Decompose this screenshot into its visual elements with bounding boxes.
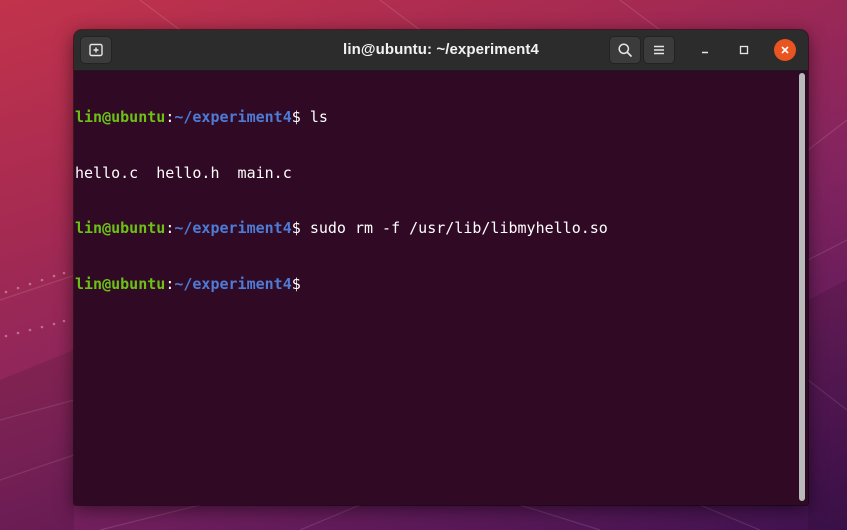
terminal-output[interactable]: lin@ubuntu:~/experiment4$ ls hello.c hel…: [75, 71, 797, 505]
prompt-symbol: $: [291, 274, 310, 293]
scrollbar-thumb[interactable]: [799, 73, 805, 501]
maximize-icon: [739, 45, 749, 55]
terminal-line: lin@ubuntu:~/experiment4$ ls: [75, 108, 797, 127]
minimize-icon: [702, 51, 708, 54]
terminal-line: lin@ubuntu:~/experiment4$ sudo rm -f /us…: [75, 219, 797, 238]
prompt-path: ~/experiment4: [174, 274, 292, 293]
new-tab-button[interactable]: [80, 36, 112, 64]
minimize-button[interactable]: [694, 39, 716, 61]
terminal-window: lin@ubuntu: ~/experiment4 lin@ubuntu:~/e…: [74, 30, 808, 505]
output-text: hello.c hello.h main.c: [75, 163, 292, 182]
close-icon: [781, 46, 789, 54]
prompt-colon: :: [165, 108, 175, 126]
command-text: ls: [309, 108, 328, 126]
prompt-symbol: $: [291, 219, 310, 237]
prompt-colon: :: [165, 274, 175, 293]
title-bar[interactable]: lin@ubuntu: ~/experiment4: [74, 30, 808, 71]
prompt-path: ~/experiment4: [174, 219, 292, 237]
search-button[interactable]: [609, 36, 641, 64]
search-icon: [618, 43, 632, 57]
window-title: lin@ubuntu: ~/experiment4: [343, 41, 539, 58]
prompt-symbol: $: [291, 108, 310, 126]
terminal-line: lin@ubuntu:~/experiment4$: [75, 275, 797, 294]
close-button[interactable]: [774, 39, 796, 61]
scrollbar[interactable]: [798, 73, 806, 503]
new-tab-icon: [89, 43, 103, 57]
maximize-button[interactable]: [733, 39, 755, 61]
hamburger-menu-icon: [654, 45, 664, 55]
terminal-line: hello.c hello.h main.c: [75, 164, 797, 183]
prompt-user-host: lin@ubuntu: [75, 219, 166, 237]
prompt-path: ~/experiment4: [174, 108, 292, 126]
menu-button[interactable]: [643, 36, 675, 64]
prompt-user-host: lin@ubuntu: [75, 274, 166, 293]
command-text: sudo rm -f /usr/lib/libmyhello.so: [309, 219, 608, 237]
prompt-user-host: lin@ubuntu: [75, 108, 166, 126]
prompt-colon: :: [165, 219, 175, 237]
